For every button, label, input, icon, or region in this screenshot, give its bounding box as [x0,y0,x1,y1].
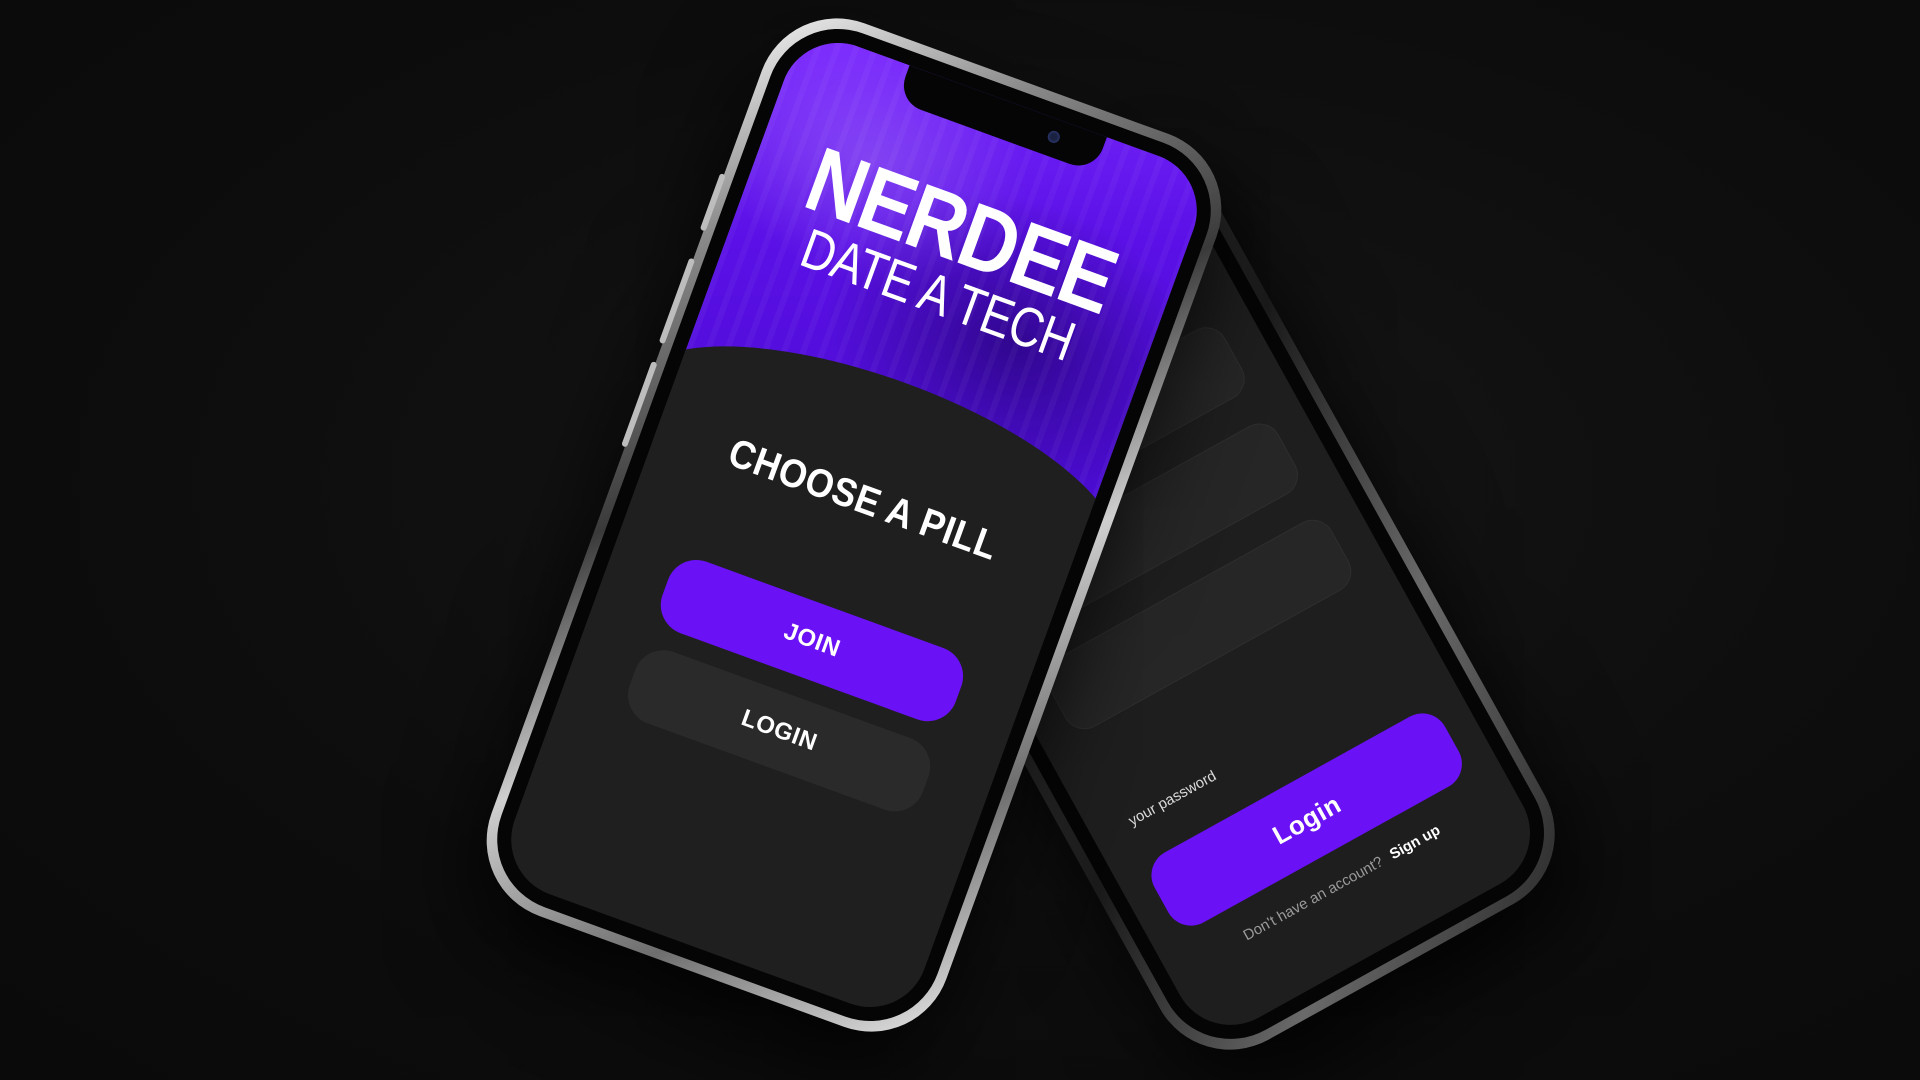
signup-link[interactable]: Sign up [1387,822,1443,864]
password-label: your password [1125,767,1220,830]
home-indicator [634,905,777,961]
camera-icon [1046,129,1062,145]
mockup-stage: your password Login Don't have an accoun… [0,0,1920,1080]
